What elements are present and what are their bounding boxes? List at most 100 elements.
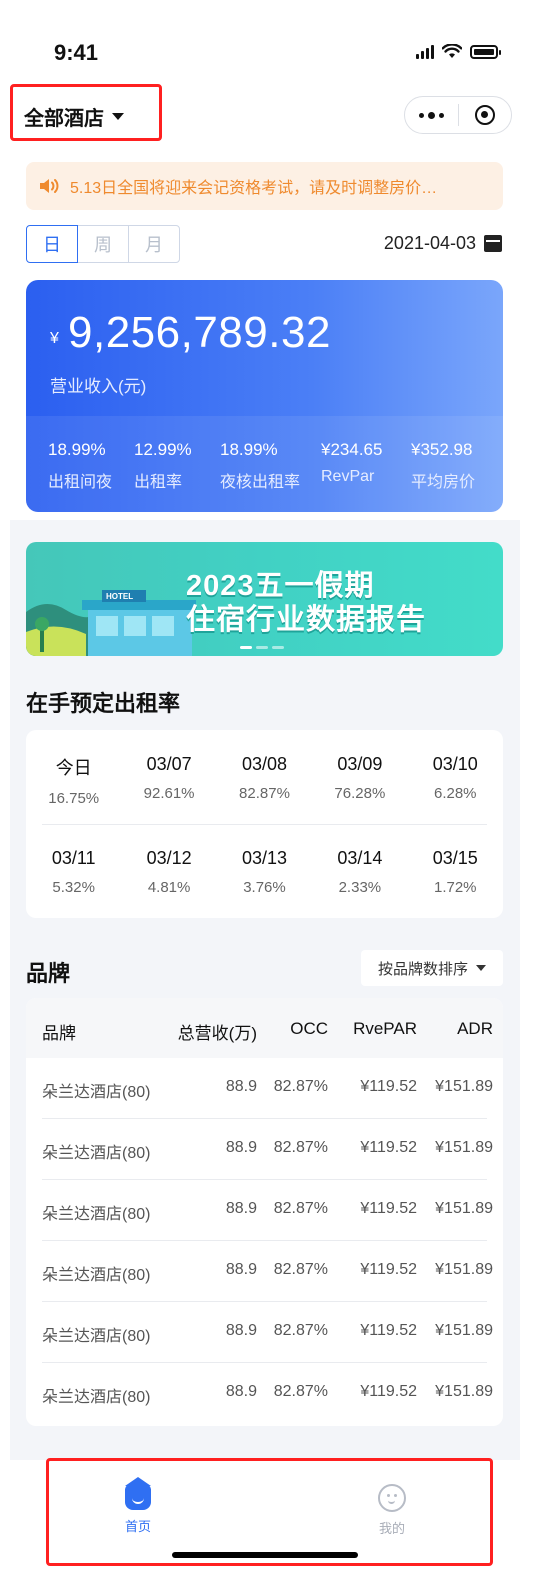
kpi-label: 平均房价	[411, 474, 476, 491]
revenue-amount: 9,256,789.32	[68, 308, 331, 357]
signal-icon	[416, 44, 434, 59]
promo-banner[interactable]: HOTEL 2023五一假期 住宿行业数据报告	[26, 542, 503, 656]
close-miniprogram-button[interactable]	[458, 105, 511, 125]
miniprogram-capsule	[404, 96, 512, 134]
tab-day[interactable]: 日	[26, 225, 78, 263]
occupancy-date: 03/09	[337, 754, 383, 774]
kpi-revpar: ¥234.65 RevPar	[321, 440, 382, 486]
divider	[42, 824, 487, 825]
occupancy-date: 03/15	[432, 848, 478, 868]
more-menu-button[interactable]	[405, 111, 458, 119]
brand-table: 品牌 总营收(万) OCC RvePAR ADR 朵兰达酒店(80) 88.9 82…	[26, 998, 503, 1426]
table-header: 品牌 总营收(万) OCC RvePAR ADR	[26, 998, 503, 1058]
cell-adr: ¥151.89	[435, 1200, 493, 1217]
column-header-revenue[interactable]: 总营收(万)	[178, 1019, 257, 1044]
speaker-icon	[40, 179, 59, 193]
battery-icon	[470, 44, 501, 59]
wifi-icon	[442, 44, 462, 58]
occupancy-cell: 03/15 1.72%	[408, 848, 503, 896]
banner-pagination	[240, 646, 284, 649]
kpi-value: ¥234.65	[321, 440, 383, 459]
occupancy-date: 03/07	[146, 754, 192, 774]
cell-revenue: 88.9	[225, 1261, 257, 1278]
occupancy-cell: 03/10 6.28%	[408, 754, 503, 807]
occupancy-section-title: 在手预定出租率	[26, 691, 181, 716]
column-header-brand[interactable]: 品牌	[42, 1019, 76, 1044]
kpi-value: ¥352.98	[411, 440, 473, 459]
kpi-value: 12.99%	[134, 440, 192, 459]
tab-month[interactable]: 月	[128, 225, 180, 263]
occupancy-percent: 92.61%	[143, 785, 195, 802]
cell-brand: 朵兰达酒店(80)	[42, 1267, 151, 1284]
cell-occ: 82.87%	[273, 1261, 328, 1278]
notice-bar[interactable]: 5.13日全国将迎来会记资格考试，请及时调整房价…	[26, 162, 503, 210]
banner-title-line2: 住宿行业数据报告	[186, 604, 427, 636]
cell-brand: 朵兰达酒店(80)	[42, 1084, 151, 1101]
kpi-label: 出租间夜	[48, 474, 113, 491]
cell-occ: 82.87%	[273, 1200, 328, 1217]
kpi-occupancy-rate: 12.99% 出租率	[134, 440, 192, 492]
table-row[interactable]: 朵兰达酒店(80) 88.9 82.87% ¥119.52 ¥151.89	[26, 1302, 503, 1363]
calendar-icon	[484, 235, 502, 252]
target-close-icon	[474, 105, 495, 125]
occupancy-date: 03/08	[241, 754, 287, 774]
cell-revenue: 88.9	[225, 1139, 257, 1156]
caret-down-icon	[112, 113, 124, 120]
cell-revpar: ¥119.52	[360, 1139, 417, 1156]
hotel-selector[interactable]: 全部酒店	[24, 102, 124, 131]
occupancy-date: 03/10	[432, 754, 478, 774]
kpi-value: 18.99%	[48, 440, 106, 459]
table-row[interactable]: 朵兰达酒店(80) 88.9 82.87% ¥119.52 ¥151.89	[26, 1119, 503, 1180]
kpi-night-audit-occupancy: 18.99% 夜核出租率	[220, 440, 300, 492]
occupancy-cell: 03/08 82.87%	[217, 754, 312, 807]
caret-down-icon	[476, 965, 486, 971]
cell-revenue: 88.9	[225, 1200, 257, 1217]
column-header-revpar[interactable]: RvePAR	[353, 1019, 417, 1039]
hotel-illustration: HOTEL	[26, 590, 196, 656]
cell-occ: 82.87%	[273, 1078, 328, 1095]
cell-adr: ¥151.89	[435, 1139, 493, 1156]
hotel-selector-label: 全部酒店	[24, 108, 104, 130]
column-header-adr[interactable]: ADR	[457, 1019, 493, 1039]
sort-dropdown[interactable]: 按品牌数排序	[361, 950, 503, 986]
date-picker[interactable]: 2021-04-03	[384, 233, 502, 254]
cell-revpar: ¥119.52	[360, 1261, 417, 1278]
column-header-occ[interactable]: OCC	[290, 1019, 328, 1039]
table-row[interactable]: 朵兰达酒店(80) 88.9 82.87% ¥119.52 ¥151.89	[26, 1363, 503, 1424]
table-row[interactable]: 朵兰达酒店(80) 88.9 82.87% ¥119.52 ¥151.89	[26, 1241, 503, 1302]
occupancy-percent: 2.33%	[338, 879, 382, 896]
cell-revpar: ¥119.52	[360, 1078, 417, 1095]
kpi-average-rate: ¥352.98 平均房价	[411, 440, 475, 492]
occupancy-percent: 3.76%	[243, 879, 286, 896]
home-indicator	[172, 1552, 358, 1558]
occupancy-percent: 4.81%	[147, 879, 191, 896]
hotel-sign-text: HOTEL	[106, 592, 133, 601]
kpi-value: 18.99%	[220, 440, 278, 459]
occupancy-row: 03/11 5.32% 03/12 4.81% 03/13 3.76% 03/14 2.…	[26, 848, 503, 896]
occupancy-date: 03/12	[146, 848, 192, 868]
occupancy-percent: 76.28%	[334, 785, 386, 802]
occupancy-cell: 03/09 76.28%	[312, 754, 407, 807]
cell-occ: 82.87%	[273, 1322, 328, 1339]
tab-week[interactable]: 周	[77, 225, 129, 263]
occupancy-percent: 16.75%	[48, 790, 100, 807]
cell-adr: ¥151.89	[435, 1261, 493, 1278]
cell-revenue: 88.9	[225, 1078, 257, 1095]
cell-adr: ¥151.89	[435, 1322, 493, 1339]
kpi-rented-room-nights: 18.99% 出租间夜	[48, 440, 112, 492]
cell-occ: 82.87%	[273, 1383, 328, 1400]
cell-brand: 朵兰达酒店(80)	[42, 1328, 151, 1345]
kpi-label: 出租率	[134, 474, 183, 491]
occupancy-date: 今日	[55, 758, 92, 778]
revenue-card[interactable]: ¥ 9,256,789.32 营业收入(元) 18.99% 出租间夜 12.99…	[26, 280, 503, 512]
cell-brand: 朵兰达酒店(80)	[42, 1206, 151, 1223]
table-row[interactable]: 朵兰达酒店(80) 88.9 82.87% ¥119.52 ¥151.89	[26, 1180, 503, 1241]
occupancy-cell: 03/07 92.61%	[121, 754, 216, 807]
notice-text: 5.13日全国将迎来会记资格考试，请及时调整房价…	[70, 180, 438, 197]
cell-revenue: 88.9	[225, 1322, 257, 1339]
table-row[interactable]: 朵兰达酒店(80) 88.9 82.87% ¥119.52 ¥151.89	[26, 1058, 503, 1119]
kpi-label: 夜核出租率	[220, 474, 301, 491]
cell-adr: ¥151.89	[435, 1078, 493, 1095]
cell-adr: ¥151.89	[435, 1383, 493, 1400]
cell-revpar: ¥119.52	[360, 1322, 417, 1339]
